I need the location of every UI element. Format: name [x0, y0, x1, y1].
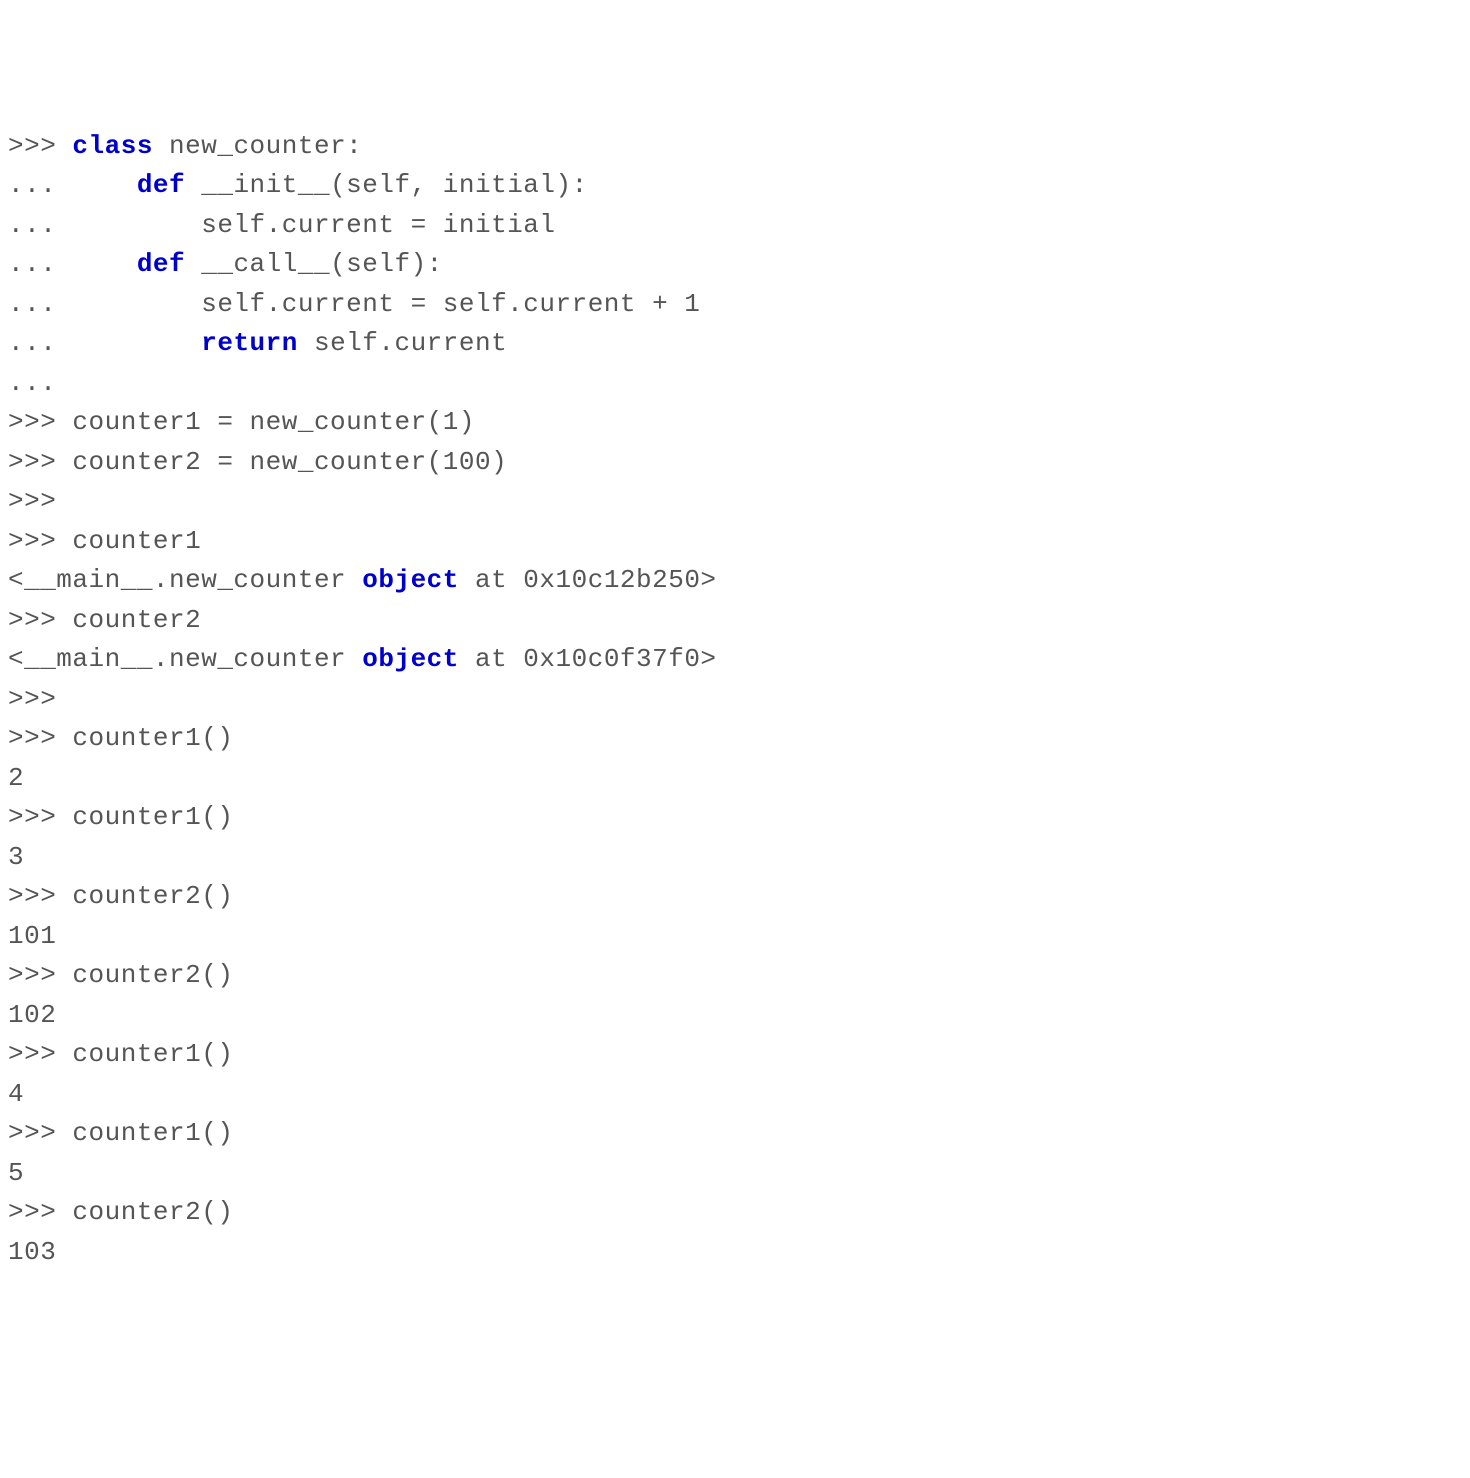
code-line: >>> counter1 = new_counter(1): [8, 403, 1462, 443]
keyword-token: class: [72, 131, 153, 161]
text-token: <__main__.new_counter: [8, 565, 362, 595]
python-repl-transcript: >>> class new_counter:... def __init__(s…: [8, 127, 1462, 1273]
prompt-token: ...: [8, 328, 201, 358]
text-token: >>> counter1: [8, 526, 201, 556]
text-token: 101: [8, 921, 56, 951]
code-line: ... def __call__(self):: [8, 245, 1462, 285]
code-line: >>> counter2(): [8, 877, 1462, 917]
text-token: >>> counter1(): [8, 723, 233, 753]
text-token: >>> counter2(): [8, 881, 233, 911]
text-token: 2: [8, 763, 24, 793]
code-line: >>> counter1(): [8, 798, 1462, 838]
code-line: >>> counter1(): [8, 719, 1462, 759]
keyword-token: object: [362, 565, 459, 595]
prompt-token: ...: [8, 249, 137, 279]
code-line: <__main__.new_counter object at 0x10c0f3…: [8, 640, 1462, 680]
code-line: >>> counter1(): [8, 1035, 1462, 1075]
code-line: ... def __init__(self, initial):: [8, 166, 1462, 206]
code-line: >>> counter1: [8, 522, 1462, 562]
code-line: 4: [8, 1075, 1462, 1115]
text-token: __call__(self):: [185, 249, 443, 279]
code-line: <__main__.new_counter object at 0x10c12b…: [8, 561, 1462, 601]
text-token: <__main__.new_counter: [8, 644, 362, 674]
text-token: ... self.current = self.current + 1: [8, 289, 700, 319]
text-token: ... self.current = initial: [8, 210, 556, 240]
prompt-token: ...: [8, 368, 56, 398]
text-token: >>> counter1 = new_counter(1): [8, 407, 475, 437]
code-line: >>> counter2: [8, 601, 1462, 641]
code-line: ... self.current = self.current + 1: [8, 285, 1462, 325]
text-token: self.current: [298, 328, 507, 358]
text-token: 103: [8, 1237, 56, 1267]
text-token: 102: [8, 1000, 56, 1030]
text-token: >>> counter1(): [8, 1118, 233, 1148]
keyword-token: def: [137, 170, 185, 200]
text-token: >>> counter2 = new_counter(100): [8, 447, 507, 477]
text-token: >>> counter2(): [8, 1197, 233, 1227]
text-token: new_counter:: [153, 131, 362, 161]
code-line: >>> class new_counter:: [8, 127, 1462, 167]
code-line: ... return self.current: [8, 324, 1462, 364]
prompt-token: >>>: [8, 486, 56, 516]
code-line: >>> counter2(): [8, 956, 1462, 996]
text-token: 3: [8, 842, 24, 872]
keyword-token: def: [137, 249, 185, 279]
prompt-token: >>>: [8, 684, 56, 714]
text-token: >>> counter1(): [8, 1039, 233, 1069]
text-token: at 0x10c12b250>: [459, 565, 717, 595]
text-token: >>> counter2(): [8, 960, 233, 990]
code-line: 101: [8, 917, 1462, 957]
text-token: 5: [8, 1158, 24, 1188]
prompt-token: ...: [8, 170, 137, 200]
code-line: >>>: [8, 680, 1462, 720]
code-line: 2: [8, 759, 1462, 799]
code-line: 102: [8, 996, 1462, 1036]
code-line: >>>: [8, 482, 1462, 522]
text-token: at 0x10c0f37f0>: [459, 644, 717, 674]
text-token: >>> counter1(): [8, 802, 233, 832]
code-line: 103: [8, 1233, 1462, 1273]
keyword-token: object: [362, 644, 459, 674]
prompt-token: >>>: [8, 131, 72, 161]
code-line: >>> counter2 = new_counter(100): [8, 443, 1462, 483]
text-token: 4: [8, 1079, 24, 1109]
code-line: ... self.current = initial: [8, 206, 1462, 246]
code-line: ...: [8, 364, 1462, 404]
code-line: 3: [8, 838, 1462, 878]
text-token: __init__(self, initial):: [185, 170, 588, 200]
keyword-token: return: [201, 328, 298, 358]
code-line: 5: [8, 1154, 1462, 1194]
text-token: >>> counter2: [8, 605, 201, 635]
code-line: >>> counter2(): [8, 1193, 1462, 1233]
code-line: >>> counter1(): [8, 1114, 1462, 1154]
